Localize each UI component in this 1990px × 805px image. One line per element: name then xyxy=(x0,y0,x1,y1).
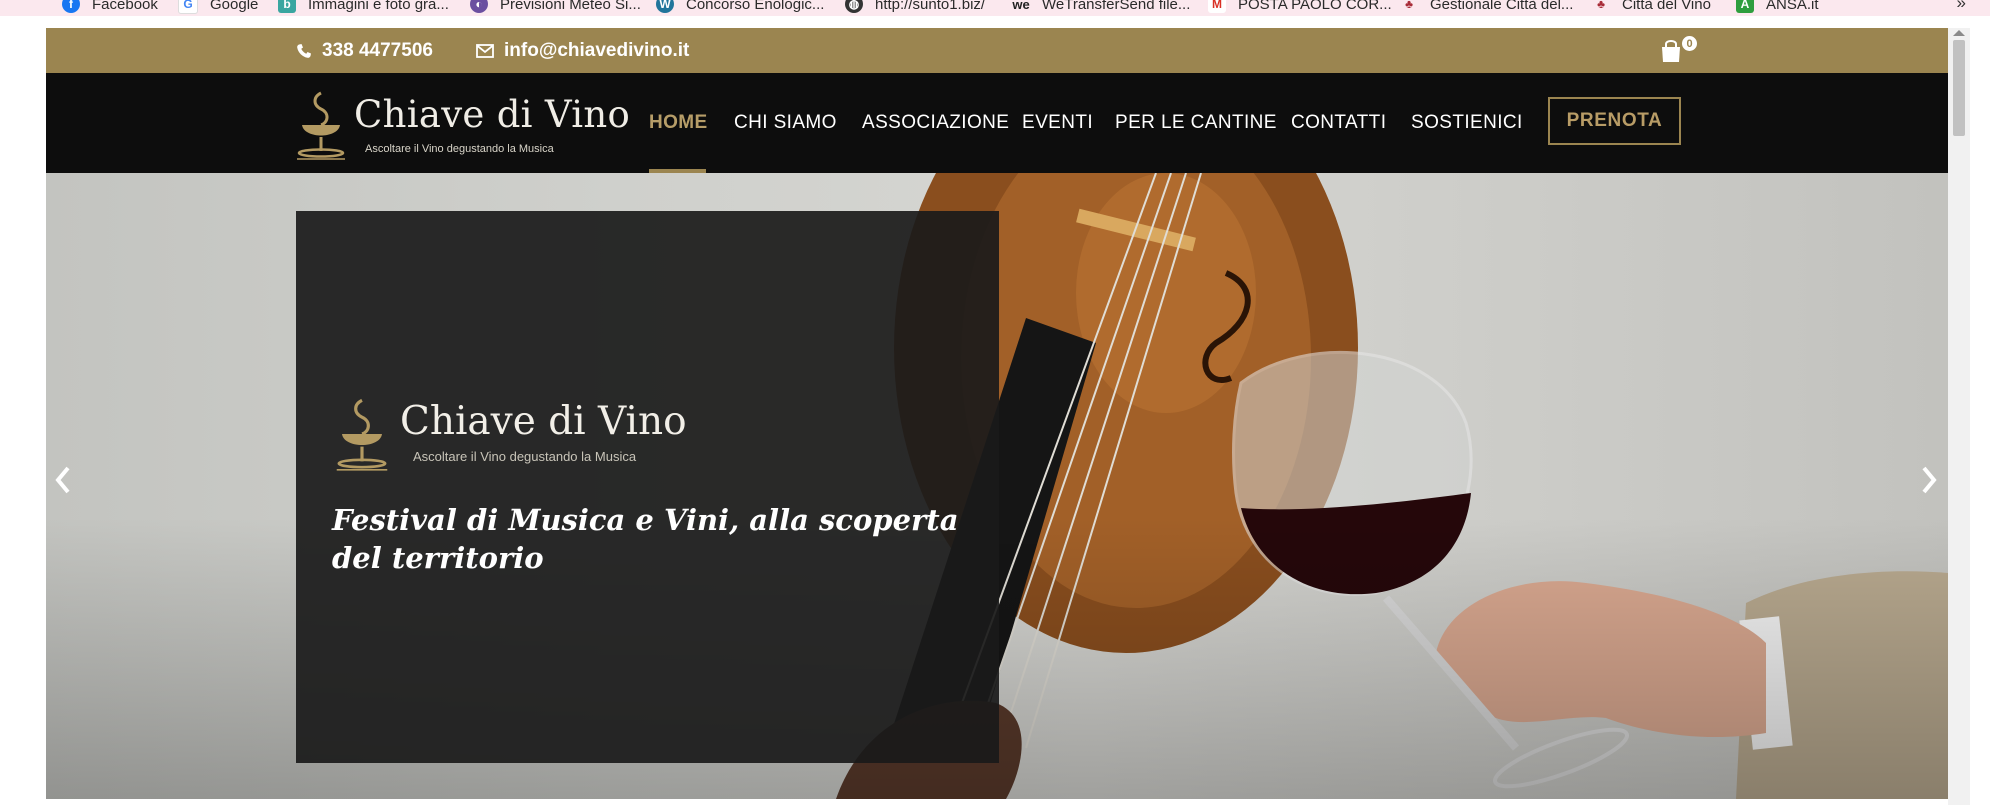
ansa-icon: A xyxy=(1736,0,1754,13)
cart-count-badge: 0 xyxy=(1682,36,1697,51)
nav-item-sostienici[interactable]: SOSTIENICI xyxy=(1411,73,1523,173)
google-icon: G xyxy=(178,0,198,14)
scrollbar-thumb[interactable] xyxy=(1953,40,1965,136)
phone-link[interactable]: 338 4477506 xyxy=(296,28,433,73)
envelope-icon xyxy=(476,43,494,58)
wordpress-icon: W xyxy=(656,0,674,13)
wetransfer-icon: we xyxy=(1012,0,1030,13)
chevron-right-icon xyxy=(1922,466,1937,494)
bookmark-label: WeTransferSend file... xyxy=(1042,0,1191,13)
facebook-icon: f xyxy=(62,0,80,13)
hero-caption-box: Chiave di Vino Ascoltare il Vino degusta… xyxy=(296,211,999,763)
wine-glass-clef-icon xyxy=(297,91,345,160)
bookmarks-more-button[interactable]: » xyxy=(1957,0,1966,13)
phone-number: 338 4477506 xyxy=(322,39,433,61)
grape-icon: ♣ xyxy=(1400,0,1418,13)
logo-wordmark: Chiave di Vino xyxy=(354,93,631,136)
scroll-up-arrow-icon[interactable] xyxy=(1953,30,1965,36)
hero-headline: Festival di Musica e Vini, alla scoperta… xyxy=(332,503,959,575)
phone-icon xyxy=(296,43,312,59)
email-link[interactable]: info@chiavedivino.it xyxy=(476,28,689,73)
nav-item-chi-siamo[interactable]: CHI SIAMO xyxy=(734,73,837,173)
bookmark-sunto[interactable]: ◍ http://sunto1.biz/ xyxy=(845,0,985,14)
bookmark-label: Città del Vino xyxy=(1622,0,1711,13)
slider-prev-button[interactable] xyxy=(48,463,78,497)
bookmark-label: Gestionale Città del... xyxy=(1430,0,1574,13)
bookmark-gestionale[interactable]: ♣ Gestionale Città del... xyxy=(1400,0,1573,14)
hero-logo-tagline: Ascoltare il Vino degustando la Musica xyxy=(413,449,637,464)
site-logo[interactable]: Chiave di Vino Ascoltare il Vino degusta… xyxy=(294,87,630,163)
weather-icon: ◐ xyxy=(470,0,488,13)
bookmark-label: POSTA PAOLO COR... xyxy=(1238,0,1392,13)
bookmark-immagini[interactable]: b Immagini e foto gra... xyxy=(278,0,449,14)
wine-glass-clef-icon xyxy=(336,398,388,471)
image-site-icon: b xyxy=(278,0,296,13)
email-address: info@chiavedivino.it xyxy=(504,39,690,61)
bookmark-label: Google xyxy=(210,0,259,13)
gmail-icon: M xyxy=(1208,0,1226,13)
bookmark-ansa[interactable]: A ANSA.it xyxy=(1736,0,1819,14)
bookmark-citta-del-vino[interactable]: ♣ Città del Vino xyxy=(1592,0,1711,14)
bookmark-label: Immagini e foto gra... xyxy=(308,0,449,13)
bookmark-posta[interactable]: M POSTA PAOLO COR... xyxy=(1208,0,1392,14)
hero-slider: Chiave di Vino Ascoltare il Vino degusta… xyxy=(46,173,1948,799)
bookmark-label: Previsioni Meteo Si... xyxy=(500,0,641,13)
page-scrollbar[interactable] xyxy=(1948,28,1970,805)
bookmark-label: Concorso Enologic... xyxy=(686,0,825,13)
bookmark-label: http://sunto1.biz/ xyxy=(875,0,986,13)
bookmark-label: ANSA.it xyxy=(1766,0,1819,13)
bookmarks-bar: f Facebook G Google b Immagini e foto gr… xyxy=(0,0,1990,16)
bookmark-wetransfer[interactable]: we WeTransferSend file... xyxy=(1012,0,1190,14)
nav-item-eventi[interactable]: EVENTI xyxy=(1022,73,1093,173)
prenota-button[interactable]: PRENOTA xyxy=(1548,97,1681,145)
globe-icon: ◍ xyxy=(845,0,863,13)
nav-item-home[interactable]: HOME xyxy=(649,73,708,173)
website: 338 4477506 info@chiavedivino.it 0 Chiav… xyxy=(46,28,1948,799)
bookmark-google[interactable]: G Google xyxy=(178,0,258,14)
bookmark-label: Facebook xyxy=(92,0,158,13)
contact-bar: 338 4477506 info@chiavedivino.it 0 xyxy=(46,28,1948,73)
nav-item-associazione[interactable]: ASSOCIAZIONE xyxy=(862,73,1009,173)
logo-tagline: Ascoltare il Vino degustando la Musica xyxy=(365,143,554,155)
grape-icon: ♣ xyxy=(1592,0,1610,13)
nav-item-per-le-cantine[interactable]: PER LE CANTINE xyxy=(1115,73,1277,173)
main-navbar: Chiave di Vino Ascoltare il Vino degusta… xyxy=(46,73,1948,173)
bookmark-meteo[interactable]: ◐ Previsioni Meteo Si... xyxy=(470,0,641,14)
hero-logo: Chiave di Vino Ascoltare il Vino degusta… xyxy=(332,394,687,479)
bookmark-facebook[interactable]: f Facebook xyxy=(62,0,158,14)
chevron-left-icon xyxy=(55,466,70,494)
bookmark-concorso[interactable]: W Concorso Enologic... xyxy=(656,0,824,14)
slider-next-button[interactable] xyxy=(1914,463,1944,497)
hero-logo-wordmark: Chiave di Vino xyxy=(400,399,687,444)
nav-item-contatti[interactable]: CONTATTI xyxy=(1291,73,1386,173)
